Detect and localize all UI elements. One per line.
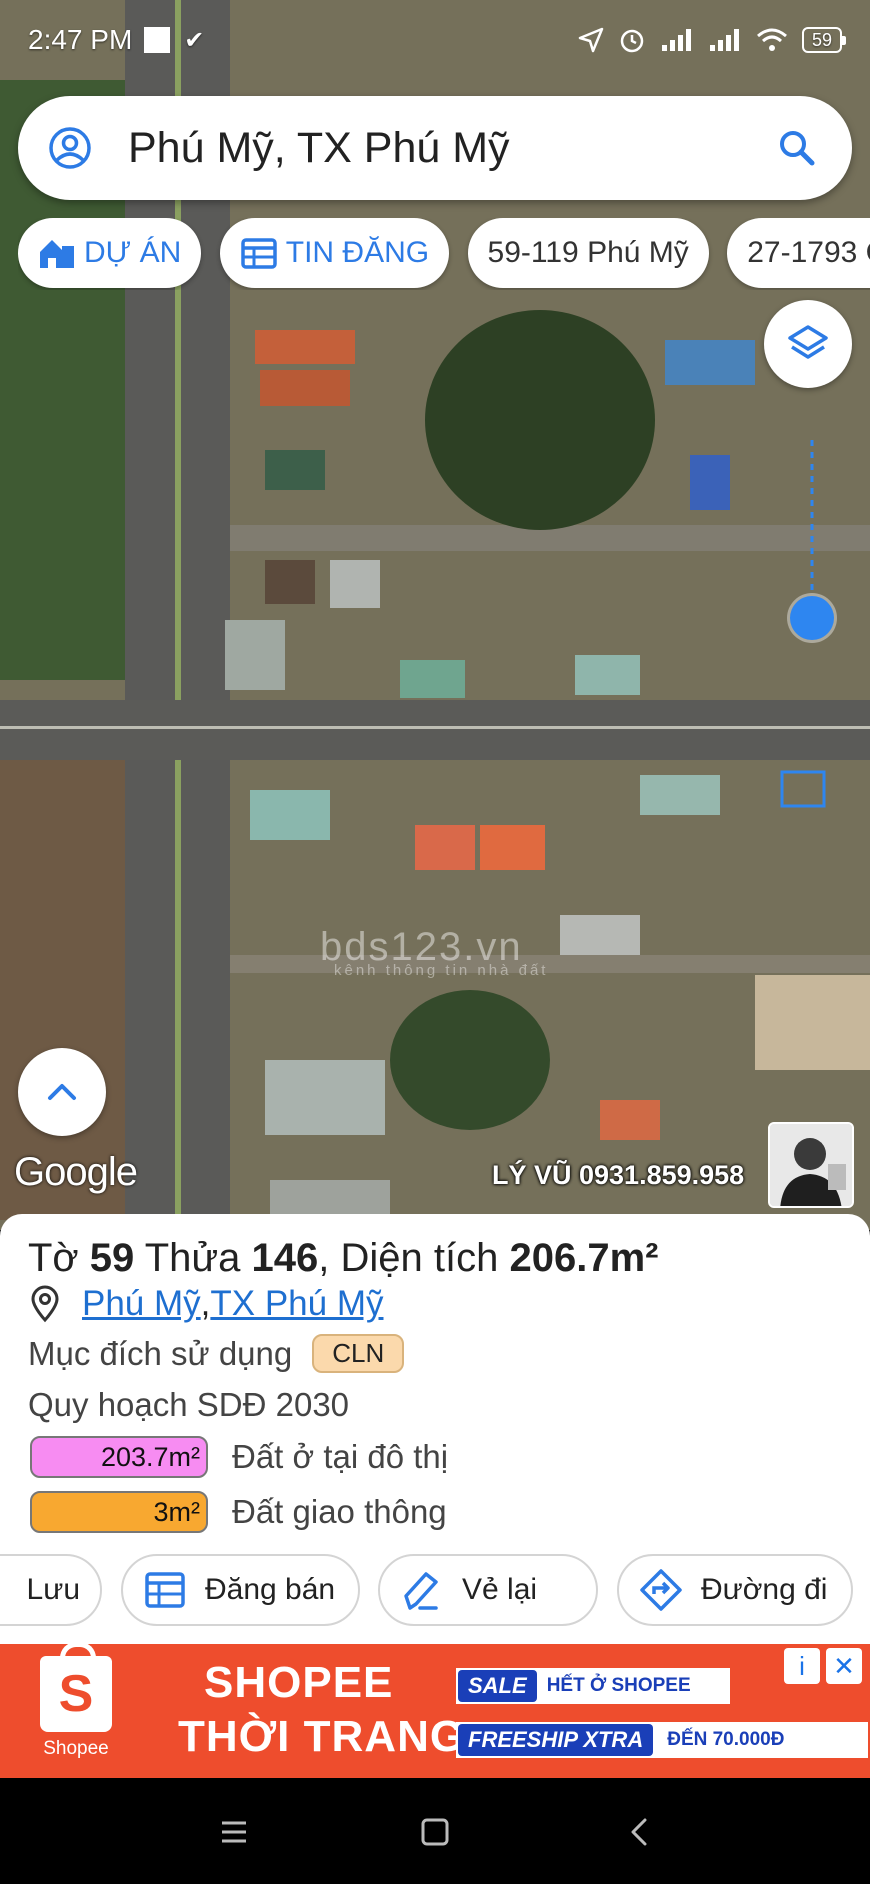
district-link[interactable]: TX Phú Mỹ — [210, 1284, 383, 1324]
ad-sale-text: HẾT Ở SHOPEE — [546, 1675, 691, 1696]
layers-icon — [788, 325, 828, 359]
map-watermark-subtitle: kênh thông tin nhà đất — [334, 962, 549, 979]
parcel-address: Phú Mỹ, TX Phú Mỹ — [28, 1284, 384, 1324]
land-use-row: Mục đích sử dụng CLN — [28, 1334, 405, 1373]
plot-number: 146 — [251, 1236, 319, 1280]
plan-item-label: Đất giao thông — [232, 1493, 447, 1530]
ad-freeship-strip: FREESHIP XTRA ĐẾN 70.000Đ — [456, 1722, 868, 1758]
google-logo: Google — [14, 1150, 138, 1194]
listing-table-icon — [145, 1572, 185, 1608]
ad-sale-strip: SALE HẾT Ở SHOPEE — [456, 1668, 730, 1704]
post-for-sale-button[interactable]: Đăng bán — [121, 1554, 360, 1626]
ad-freeship-text: ĐẾN 70.000Đ — [667, 1729, 785, 1750]
sheet-label: Tờ — [28, 1236, 79, 1280]
agent-portrait-icon — [770, 1124, 852, 1206]
satellite-map[interactable]: 2:47 PM ✔ 59 Phú Mỹ, TX Phú Mỹ DỰ ÁN TIN… — [0, 0, 870, 1230]
location-arrow-icon — [578, 27, 604, 53]
area-label: , Diện tích — [318, 1236, 499, 1280]
chip-parcel-2[interactable]: 27-1793 G — [727, 218, 870, 288]
back-icon[interactable] — [620, 1812, 660, 1852]
plan-area-bar: 203.7m² — [30, 1436, 208, 1478]
plan-item-residential: 203.7m² Đất ở tại đô thị — [30, 1436, 448, 1478]
chip-label: DỰ ÁN — [84, 236, 182, 269]
chip-label: 27-1793 G — [747, 236, 870, 269]
chip-tin-dang[interactable]: TIN ĐĂNG — [219, 218, 450, 288]
chip-label: 59-119 Phú Mỹ — [487, 236, 689, 269]
save-label: Lưu — [26, 1573, 80, 1606]
download-check-icon: ✔ — [184, 26, 205, 54]
ad-freeship-tag: FREESHIP XTRA — [458, 1724, 654, 1756]
directions-button[interactable]: Đường đi — [617, 1554, 853, 1626]
home-icon[interactable] — [415, 1812, 455, 1852]
parcel-info-panel: Tờ 59 Thửa 146, Diện tích 206.7m² Phú Mỹ… — [0, 1214, 870, 1644]
ad-sale-tag: SALE — [458, 1670, 537, 1702]
plan-item-label: Đất ở tại đô thị — [232, 1438, 449, 1475]
redraw-label: Vẻ lại — [462, 1573, 538, 1606]
ward-link[interactable]: Phú Mỹ — [82, 1284, 201, 1324]
area-value: 206.7m² — [509, 1236, 659, 1280]
notification-square-icon — [144, 27, 171, 53]
account-icon[interactable] — [48, 126, 92, 170]
search-bar[interactable]: Phú Mỹ, TX Phú Mỹ — [18, 96, 852, 200]
chip-du-an[interactable]: DỰ ÁN — [18, 218, 202, 288]
planning-label: Quy hoạch SDĐ 2030 — [28, 1386, 350, 1423]
shopee-bag-icon: S — [40, 1644, 112, 1732]
current-location-dot — [790, 596, 834, 640]
shopee-logo: S Shopee — [30, 1644, 122, 1768]
filter-chips: DỰ ÁN TIN ĐĂNG 59-119 Phú Mỹ 27-1793 G — [18, 218, 870, 290]
search-icon — [780, 131, 815, 166]
land-use-badge: CLN — [312, 1334, 405, 1373]
ad-info-icon[interactable]: i — [784, 1648, 820, 1684]
directions-label: Đường đi — [701, 1573, 828, 1606]
agent-avatar[interactable] — [768, 1122, 854, 1208]
status-time: 2:47 PM — [28, 24, 133, 55]
agent-contact-label: LÝ VŨ 0931.859.958 — [492, 1160, 745, 1190]
wifi-icon — [756, 28, 787, 51]
location-pin-icon — [31, 1285, 59, 1323]
expand-panel-button[interactable] — [18, 1048, 106, 1136]
save-button[interactable]: Lưu — [0, 1554, 102, 1626]
land-use-label: Mục đích sử dụng — [28, 1334, 293, 1372]
signal-icon-1 — [661, 29, 691, 51]
ad-controls: i ✕ — [784, 1648, 862, 1684]
parcel-title: Tờ 59 Thửa 146, Diện tích 206.7m² — [28, 1236, 658, 1281]
listing-table-icon — [241, 238, 277, 269]
status-bar: 2:47 PM ✔ 59 — [0, 0, 870, 80]
ad-headline-2: THỜI TRANG — [178, 1712, 466, 1761]
address-comma: , — [200, 1284, 211, 1323]
search-button[interactable] — [772, 123, 822, 173]
chevron-up-icon — [48, 1084, 76, 1100]
chip-label: TIN ĐĂNG — [285, 236, 430, 269]
map-layers-button[interactable] — [764, 300, 852, 388]
directions-icon — [640, 1569, 682, 1611]
shopee-brand: Shopee — [43, 1738, 109, 1759]
pencil-icon — [404, 1572, 438, 1610]
project-building-icon — [40, 240, 74, 268]
plan-area-bar: 3m² — [30, 1491, 208, 1533]
menu-icon[interactable] — [214, 1812, 254, 1852]
plot-label: Thửa — [144, 1236, 241, 1280]
ad-headline-1: SHOPEE — [204, 1658, 394, 1707]
system-nav-bar — [0, 1778, 870, 1884]
redraw-button[interactable]: Vẻ lại — [378, 1554, 598, 1626]
battery-icon: 59 — [801, 27, 847, 53]
chip-parcel-1[interactable]: 59-119 Phú Mỹ — [467, 218, 709, 288]
alarm-icon — [620, 29, 644, 53]
post-for-sale-label: Đăng bán — [205, 1573, 336, 1606]
sheet-number: 59 — [89, 1236, 135, 1280]
shopee-ad-banner[interactable]: S Shopee SHOPEE THỜI TRANG SALE HẾT Ở SH… — [0, 1644, 870, 1778]
search-query[interactable]: Phú Mỹ, TX Phú Mỹ — [128, 124, 772, 173]
plan-item-traffic: 3m² Đất giao thông — [30, 1491, 447, 1533]
signal-icon-2 — [709, 29, 739, 51]
action-buttons: Lưu Đăng bán Vẻ lại Đường đi — [0, 1554, 870, 1628]
ad-close-icon[interactable]: ✕ — [826, 1648, 862, 1684]
